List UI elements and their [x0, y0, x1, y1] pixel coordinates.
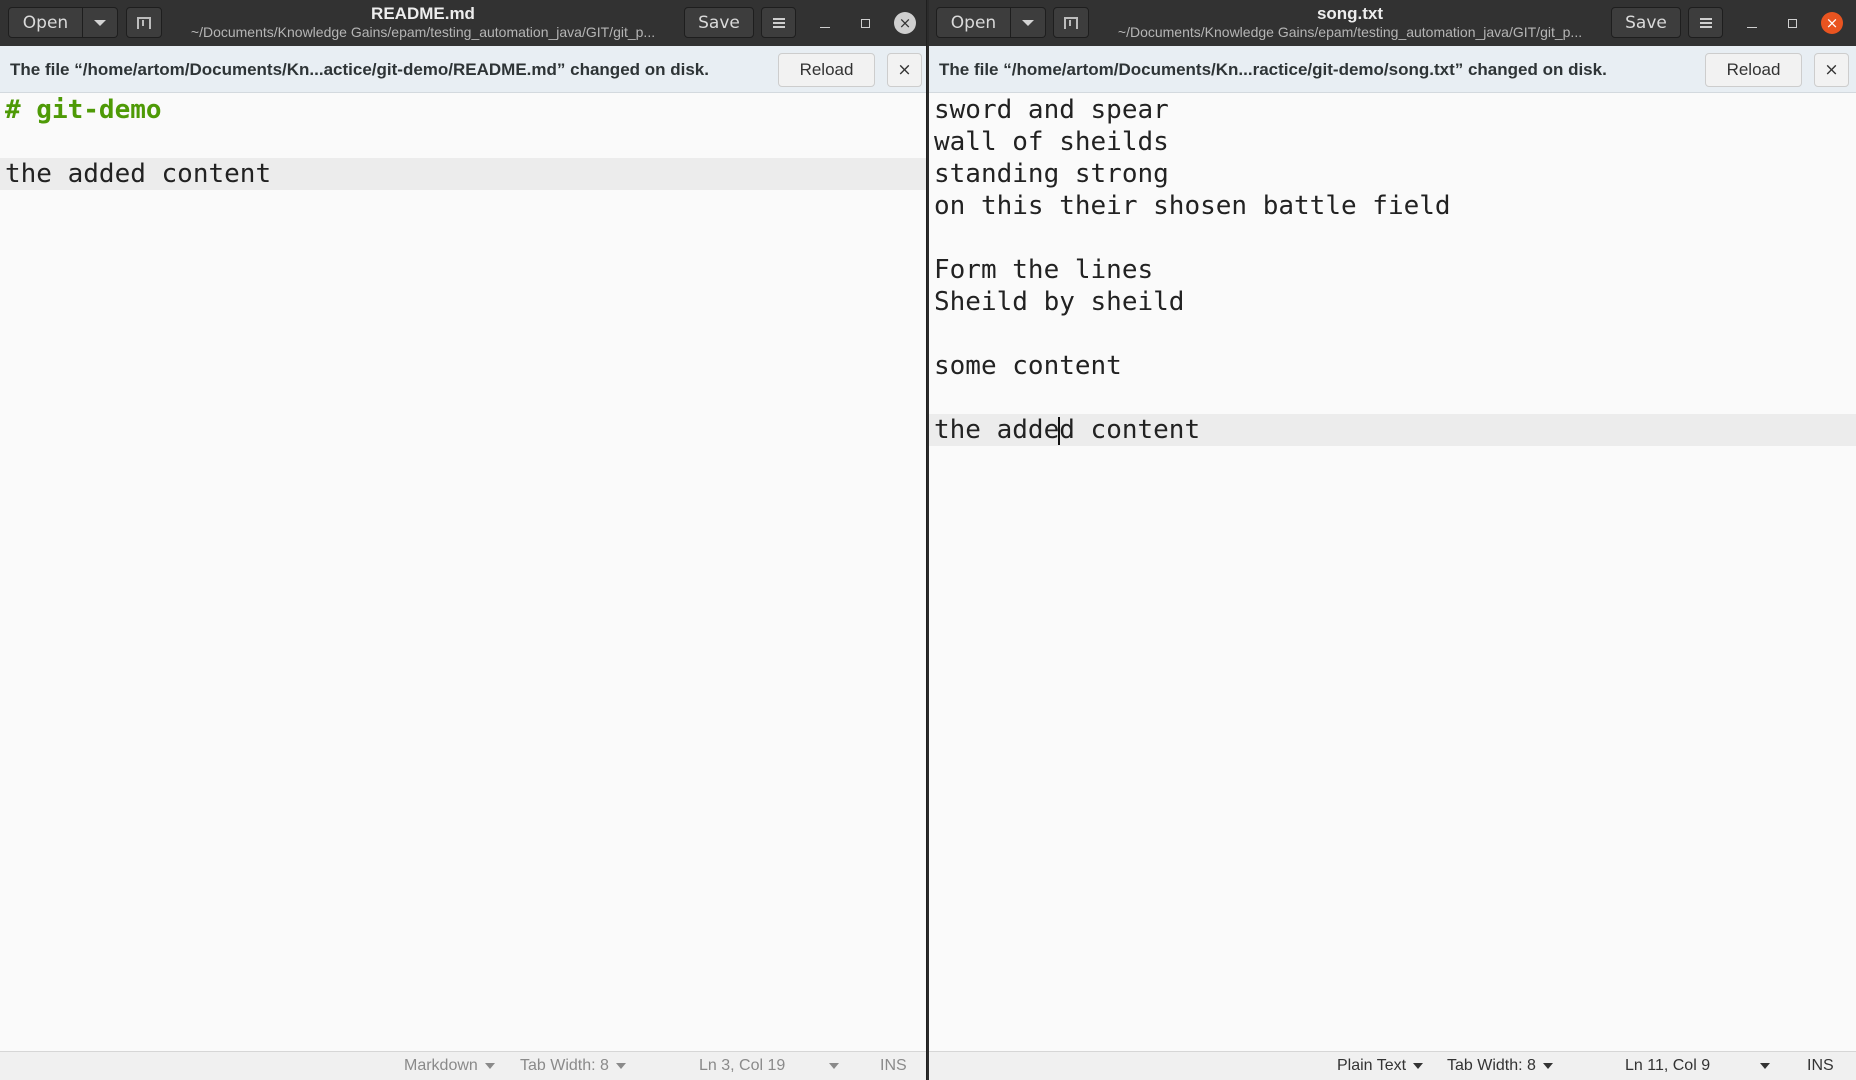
hamburger-menu-button[interactable]	[761, 7, 796, 38]
file-changed-infobar: The file “/home/artom/Documents/Kn...rac…	[929, 46, 1856, 93]
infobar-message: The file “/home/artom/Documents/Kn...rac…	[939, 60, 1607, 79]
hamburger-menu-button[interactable]	[1688, 7, 1723, 38]
close-window-button[interactable]: ×	[1820, 11, 1844, 35]
language-label: Plain Text	[1337, 1057, 1407, 1074]
editor-line: Sheild by sheild	[934, 287, 1185, 317]
editor-line: some content	[934, 351, 1122, 381]
document-title: song.txt	[1316, 4, 1384, 23]
open-dropdown-button[interactable]	[83, 7, 118, 38]
new-tab-button[interactable]	[126, 7, 162, 38]
window-title: song.txt ~/Documents/Knowledge Gains/epa…	[1105, 4, 1595, 41]
minimize-button[interactable]	[813, 11, 837, 35]
editor-line: standing strong	[934, 159, 1169, 189]
maximize-button[interactable]	[1780, 11, 1804, 35]
new-document-icon	[137, 16, 151, 29]
cursor-position-label: Ln 3, Col 19	[699, 1057, 786, 1074]
save-button[interactable]: Save	[1611, 7, 1681, 38]
chevron-down-icon	[1542, 1063, 1553, 1069]
editor-line: on this their shosen battle field	[934, 191, 1451, 221]
tab-width-selector[interactable]: Tab Width: 8	[1447, 1057, 1553, 1075]
chevron-down-icon	[94, 19, 106, 26]
insert-mode-indicator[interactable]: INS	[880, 1057, 907, 1075]
insert-mode-indicator[interactable]: INS	[1807, 1057, 1834, 1075]
infobar-close-button[interactable]: ×	[887, 53, 922, 87]
open-button-group: Open	[8, 7, 118, 38]
header-bar: Open song.txt ~/Documents/Knowledge Gain…	[929, 0, 1856, 46]
text-editor-area[interactable]: sword and spear wall of sheilds standing…	[929, 94, 1856, 1051]
editor-line: # git-demo	[5, 95, 162, 125]
line-text-before-cursor: the adde	[934, 415, 1060, 445]
tab-width-label: Tab Width: 8	[1447, 1057, 1536, 1074]
language-selector[interactable]: Plain Text	[1337, 1057, 1424, 1075]
window-title: README.md ~/Documents/Knowledge Gains/ep…	[178, 4, 668, 41]
line-text-after-cursor: d content	[1059, 415, 1201, 445]
status-bar: Plain Text Tab Width: 8 Ln 11, Col 9 INS	[929, 1051, 1856, 1080]
chevron-down-icon	[1022, 19, 1034, 26]
minimize-button[interactable]	[1740, 11, 1764, 35]
reload-button[interactable]: Reload	[778, 53, 875, 87]
chevron-down-icon	[1413, 1063, 1424, 1069]
maximize-icon	[860, 18, 870, 28]
open-button[interactable]: Open	[8, 7, 83, 38]
chevron-down-icon	[615, 1063, 626, 1069]
language-label: Markdown	[404, 1057, 478, 1074]
editor-line: wall of sheilds	[934, 127, 1169, 157]
maximize-button[interactable]	[853, 11, 877, 35]
menu-icon	[1699, 17, 1712, 28]
maximize-icon	[1787, 18, 1797, 28]
save-button[interactable]: Save	[684, 7, 754, 38]
minimize-icon	[1747, 26, 1757, 28]
chevron-down-icon	[484, 1063, 495, 1069]
tab-width-selector[interactable]: Tab Width: 8	[520, 1057, 626, 1075]
close-icon: ×	[1821, 12, 1843, 34]
minimize-icon	[820, 26, 830, 28]
tab-width-label: Tab Width: 8	[520, 1057, 609, 1074]
editor-line: sword and spear	[934, 95, 1169, 125]
chevron-down-icon	[829, 1063, 840, 1069]
cursor-position-selector[interactable]: Ln 11, Col 9	[1625, 1057, 1771, 1075]
close-icon: ×	[894, 12, 916, 34]
open-button-group: Open	[936, 7, 1046, 38]
header-bar: Open README.md ~/Documents/Knowledge Gai…	[0, 0, 926, 46]
status-bar: Markdown Tab Width: 8 Ln 3, Col 19 INS	[0, 1051, 926, 1080]
menu-icon	[772, 17, 785, 28]
open-button[interactable]: Open	[936, 7, 1011, 38]
document-title: README.md	[371, 4, 475, 23]
language-selector[interactable]: Markdown	[404, 1057, 495, 1075]
editor-current-line: the added content	[929, 414, 1856, 446]
infobar-message: The file “/home/artom/Documents/Kn...act…	[10, 60, 709, 79]
text-editor-area[interactable]: # git-demo the added content	[0, 94, 926, 1051]
infobar-close-button[interactable]: ×	[1814, 53, 1849, 87]
document-path: ~/Documents/Knowledge Gains/epam/testing…	[190, 24, 656, 40]
song-editor-window: Open song.txt ~/Documents/Knowledge Gain…	[929, 0, 1856, 1080]
cursor-position-selector[interactable]: Ln 3, Col 19	[699, 1057, 840, 1075]
editor-line: Form the lines	[934, 255, 1154, 285]
close-window-button[interactable]: ×	[893, 11, 917, 35]
new-document-icon	[1064, 16, 1078, 29]
chevron-down-icon	[1760, 1063, 1771, 1069]
readme-editor-window: Open README.md ~/Documents/Knowledge Gai…	[0, 0, 927, 1080]
editor-current-line: the added content	[0, 158, 926, 190]
editor-current-line-text: the added content	[934, 415, 1200, 445]
reload-button[interactable]: Reload	[1705, 53, 1802, 87]
new-tab-button[interactable]	[1053, 7, 1089, 38]
open-dropdown-button[interactable]	[1011, 7, 1046, 38]
file-changed-infobar: The file “/home/artom/Documents/Kn...act…	[0, 46, 926, 93]
cursor-position-label: Ln 11, Col 9	[1625, 1057, 1711, 1074]
document-path: ~/Documents/Knowledge Gains/epam/testing…	[1117, 24, 1583, 40]
